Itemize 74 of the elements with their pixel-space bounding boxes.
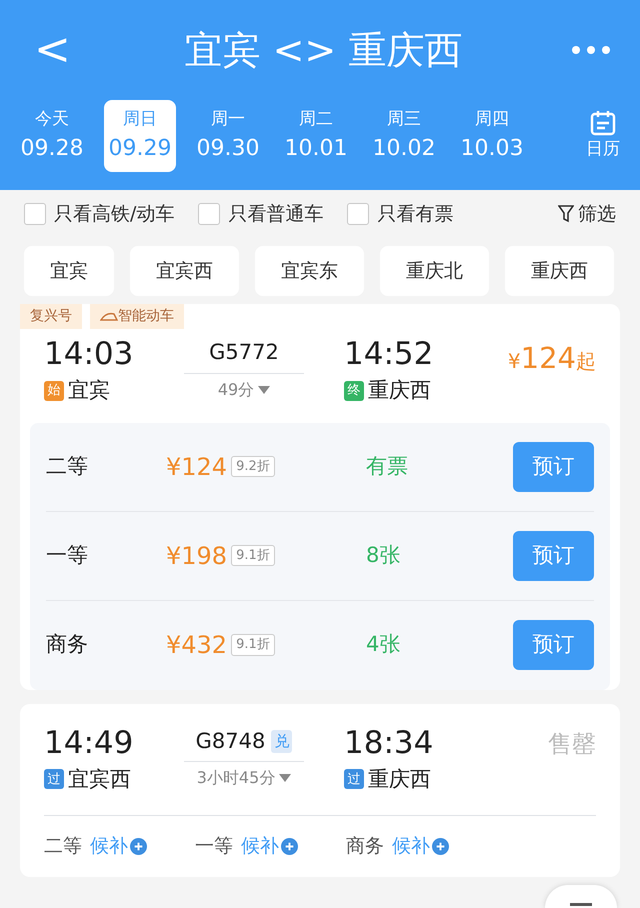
station-name: 宜宾 — [68, 377, 110, 404]
seat-price: ¥198 — [166, 540, 228, 572]
page-title: 宜宾 <> 重庆西 — [184, 26, 462, 74]
lowest-price: ¥124起 — [508, 340, 596, 377]
station-mark: 过 — [344, 769, 364, 790]
date-tab[interactable]: 周一 09.30 — [192, 100, 264, 172]
availability: 4张 — [366, 631, 400, 658]
train-tag: 复兴号 — [20, 304, 82, 329]
discount-tag: 9.1折 — [231, 634, 275, 656]
seat-class: 商务 — [46, 631, 89, 658]
seat-class: 一等 — [46, 542, 89, 569]
book-button[interactable]: 预订 — [513, 442, 594, 492]
train-icon — [100, 311, 118, 322]
discount-tag: 9.1折 — [231, 544, 275, 566]
date-tab[interactable]: 周三 10.02 — [368, 100, 440, 172]
train-card[interactable]: 复兴号 智能动车 14:03 始 宜宾 G5772 49分 14:52 终 重庆西 ¥124起 二等 ¥124 9.2折 有票 预订 一等 ¥198 9.1折 8张 预订 商务 ¥432 9.1折 4张 预订 — [20, 304, 620, 690]
duration: 3小时45分 — [196, 767, 276, 790]
station-mark: 终 — [344, 380, 364, 401]
date-tab[interactable]: 周日 09.29 — [104, 100, 176, 172]
checkbox[interactable] — [24, 203, 46, 225]
sold-out-label: 售罄 — [548, 728, 596, 760]
filter-button[interactable]: 筛选 — [558, 200, 616, 228]
train-tag: 智能动车 — [90, 304, 184, 329]
seat-price: ¥432 — [166, 630, 228, 662]
floating-button[interactable] — [545, 885, 617, 908]
calendar-button[interactable]: 日历 — [582, 109, 624, 163]
seat-class: 一等 — [195, 834, 233, 860]
discount-tag: 9.2折 — [231, 456, 275, 478]
book-button[interactable]: 预订 — [513, 530, 594, 581]
availability: 有票 — [366, 452, 408, 480]
station-chip[interactable]: 宜宾 — [24, 246, 114, 296]
plus-icon — [432, 838, 449, 855]
station-chip[interactable]: 宜宾西 — [130, 246, 239, 296]
time: 14:03 — [44, 337, 134, 372]
back-button[interactable]: < — [24, 28, 81, 72]
train-badge: 兑 — [271, 730, 292, 753]
dropdown-icon[interactable] — [279, 774, 292, 782]
station-mark: 始 — [44, 380, 64, 401]
station-name: 宜宾西 — [68, 766, 131, 793]
station-chip[interactable]: 重庆北 — [380, 246, 489, 296]
station-mark: 过 — [44, 769, 64, 790]
funnel-icon — [558, 205, 574, 223]
availability: 8张 — [366, 542, 400, 569]
time: 18:34 — [344, 726, 434, 760]
time: 14:52 — [344, 337, 434, 372]
station-name: 重庆西 — [368, 377, 431, 404]
duration: 49分 — [218, 378, 254, 400]
train-number: G8748 — [196, 728, 266, 755]
station-name: 重庆西 — [368, 766, 431, 793]
station-chip[interactable]: 重庆西 — [505, 246, 614, 296]
filter-label: 只看高铁/动车 — [54, 202, 174, 227]
seat-class: 二等 — [44, 834, 82, 860]
filter-label: 只看有票 — [377, 202, 454, 227]
waitlist-button[interactable]: 候补 — [392, 832, 449, 861]
calendar-icon — [589, 109, 617, 138]
checkbox[interactable] — [198, 203, 220, 225]
seat-class: 二等 — [46, 452, 89, 480]
time: 14:49 — [44, 726, 134, 760]
date-tab[interactable]: 周二 10.01 — [280, 100, 352, 172]
train-number: G5772 — [209, 339, 279, 366]
checkbox[interactable] — [347, 203, 370, 225]
date-tab[interactable]: 今天 09.28 — [16, 100, 88, 172]
train-card[interactable]: 14:49 过 宜宾西 G8748 兑 3小时45分 18:34 过 重庆西 售罄 二等 候补 一等 候补 商务 候补 — [20, 704, 620, 877]
waitlist-button[interactable]: 候补 — [90, 832, 147, 861]
plus-icon — [130, 838, 147, 855]
dropdown-icon[interactable] — [258, 386, 270, 394]
date-tab[interactable]: 周四 10.03 — [456, 100, 528, 172]
plus-icon — [281, 838, 298, 855]
station-chip[interactable]: 宜宾东 — [255, 246, 364, 296]
book-button[interactable]: 预订 — [513, 620, 594, 670]
seat-price: ¥124 — [166, 452, 228, 483]
waitlist-button[interactable]: 候补 — [241, 832, 298, 861]
filter-label: 只看普通车 — [228, 202, 324, 227]
seat-class: 商务 — [346, 834, 384, 860]
